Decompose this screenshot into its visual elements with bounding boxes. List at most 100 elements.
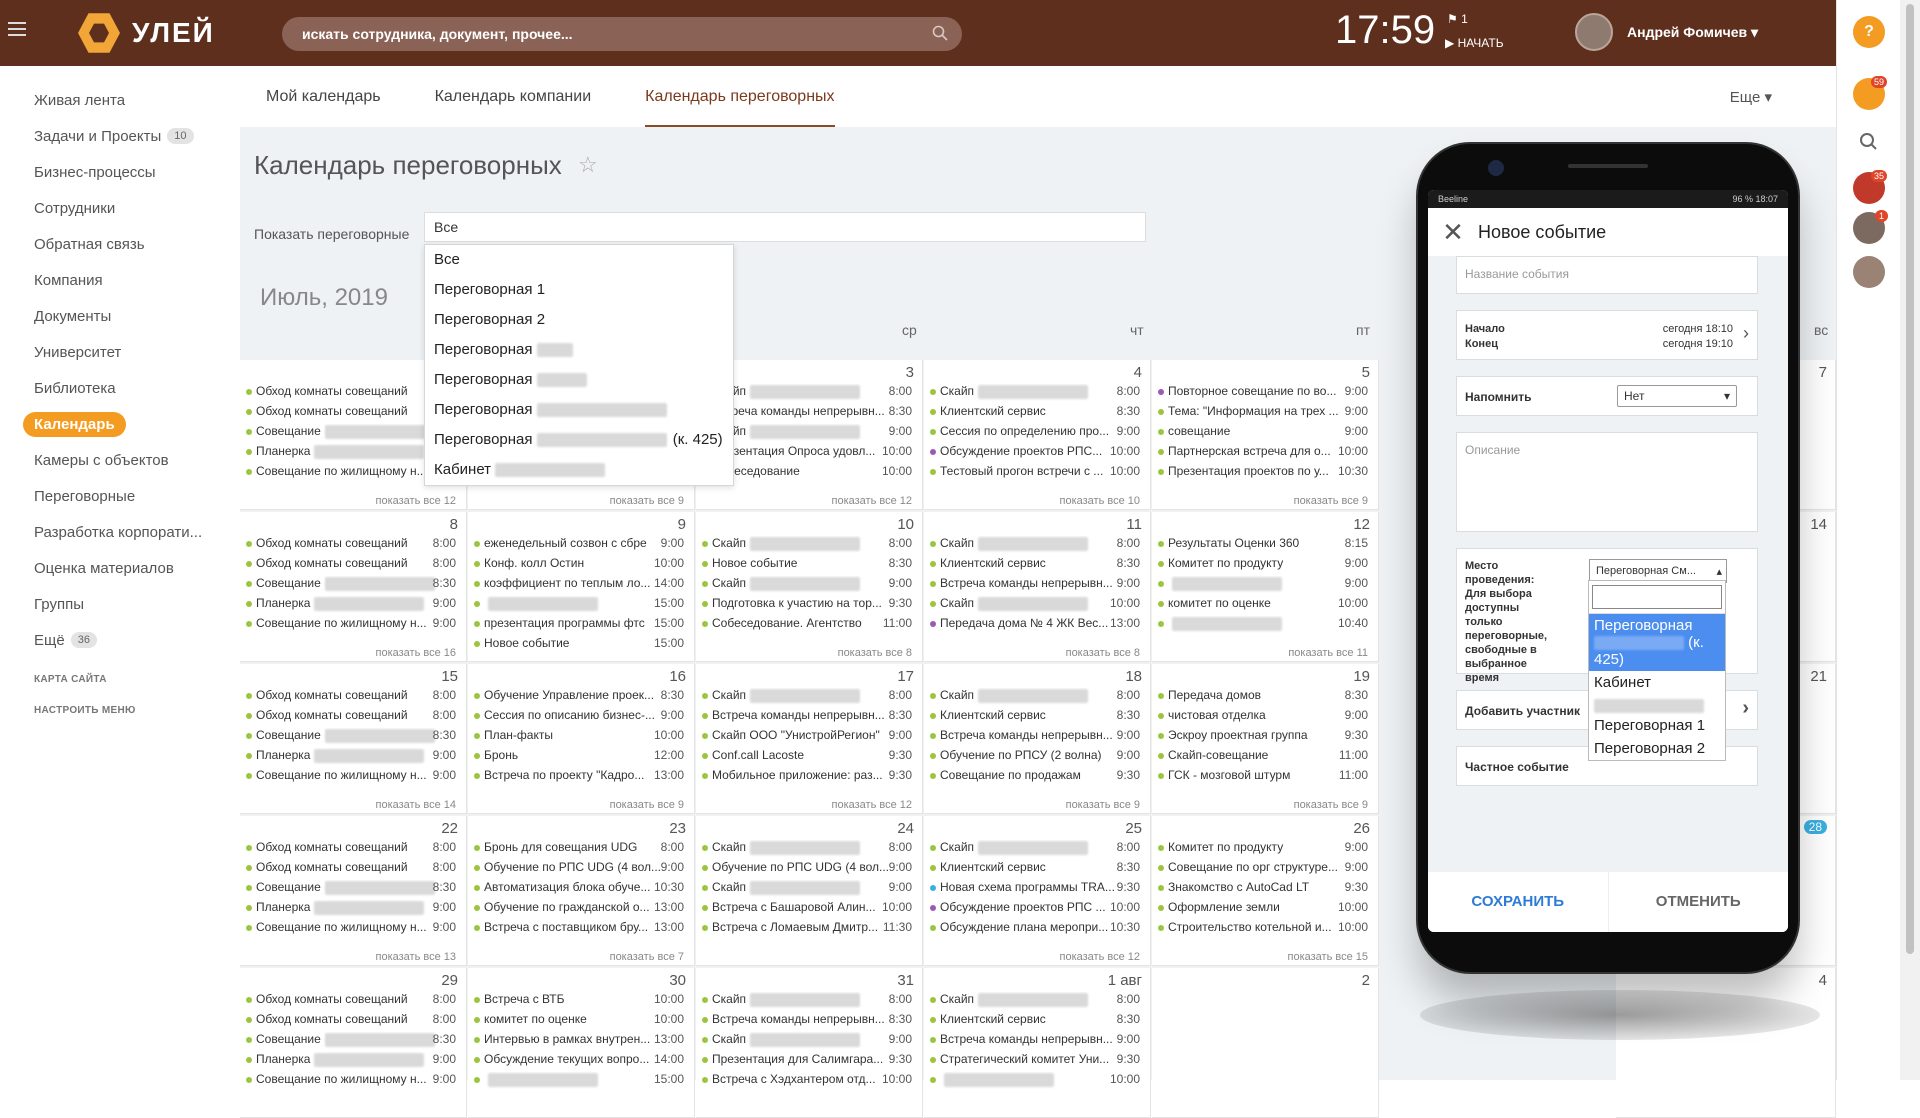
calendar-day[interactable]: 25 Скайп 8:00 Клиентский сервис 8:30 Новая сх… bbox=[924, 816, 1151, 966]
remind-select[interactable]: Нет ▾ bbox=[1617, 385, 1737, 407]
calendar-day[interactable]: 17 Скайп 8:00 Встреча команды непрерывн... 8… bbox=[696, 664, 923, 814]
calendar-day[interactable]: 31 Скайп 8:00 Встреча команды непрерывн... 8… bbox=[696, 968, 923, 1118]
calendar-event[interactable]: Обход комнаты совещаний 8:00 bbox=[246, 840, 456, 858]
calendar-day[interactable]: 23 Бронь для совещания UDG 8:00 Обучение по… bbox=[468, 816, 695, 966]
calendar-event[interactable]: Подготовка к участию на тор... 9:30 bbox=[702, 596, 912, 614]
show-all-link[interactable]: показать все 16 bbox=[376, 647, 457, 659]
calendar-event[interactable]: Обход комнаты совещаний 8:00 bbox=[246, 992, 456, 1010]
dropdown-option[interactable]: Кабинет bbox=[425, 455, 733, 485]
calendar-event[interactable]: Бронь 12:00 bbox=[474, 748, 684, 766]
calendar-event[interactable]: Планерка 9:00 bbox=[246, 1052, 456, 1070]
sidebar-item[interactable]: Ещё 36 bbox=[0, 622, 240, 658]
calendar-event[interactable]: Совещание 8:30 bbox=[246, 728, 456, 746]
tab-company-calendar[interactable]: Календарь компании bbox=[435, 66, 592, 127]
calendar-event[interactable]: Скайп 8:00 bbox=[930, 840, 1140, 858]
calendar-event[interactable]: Встреча с Башаровой Алин... 10:00 bbox=[702, 900, 912, 918]
calendar-event[interactable]: Презентация для Салимгара... 9:30 bbox=[702, 1052, 912, 1070]
calendar-event[interactable]: Партнерская встреча для о... 10:00 bbox=[1158, 444, 1368, 462]
dropdown-option[interactable]: Переговорная bbox=[425, 365, 733, 395]
show-all-link[interactable]: показать все 8 bbox=[1066, 647, 1140, 659]
calendar-event[interactable]: Совещание 8:30 bbox=[246, 880, 456, 898]
calendar-event[interactable]: Встреча по проекту "Кадро... 13:00 bbox=[474, 768, 684, 786]
dropdown-option[interactable]: Переговорная 2 bbox=[425, 305, 733, 335]
description-input[interactable]: Описание bbox=[1456, 432, 1758, 532]
calendar-event[interactable]: Обучение Управление проек... 8:30 bbox=[474, 688, 684, 706]
sidebar-item[interactable]: Переговорные bbox=[0, 478, 240, 514]
calendar-event[interactable]: Скайп 9:00 bbox=[702, 576, 912, 594]
show-all-link[interactable]: показать все 12 bbox=[832, 799, 913, 811]
show-all-link[interactable]: показать все 9 bbox=[1294, 495, 1368, 507]
calendar-event[interactable]: Совещание по продажам 9:30 bbox=[930, 768, 1140, 786]
calendar-event[interactable]: Результаты Оценки 360 8:15 bbox=[1158, 536, 1368, 554]
calendar-event[interactable]: Совещание по жилищному н... 9:00 bbox=[246, 1072, 456, 1090]
sidebar-item[interactable]: Разработка корпорати... bbox=[0, 514, 240, 550]
sidebar-item[interactable]: Камеры с объектов bbox=[0, 442, 240, 478]
location-search-input[interactable] bbox=[1592, 585, 1722, 609]
scrollbar[interactable] bbox=[1900, 0, 1920, 1080]
calendar-event[interactable]: Знакомство с AutoCad LT 9:30 bbox=[1158, 880, 1368, 898]
sidebar-item[interactable]: Оценка материалов bbox=[0, 550, 240, 586]
calendar-day[interactable]: 26 Комитет по продукту 9:00 Совещание по ор… bbox=[1152, 816, 1379, 966]
calendar-event[interactable]: Встреча команды непрерывн... 9:00 bbox=[930, 728, 1140, 746]
calendar-event[interactable]: Обсуждение плана меропри... 10:30 bbox=[930, 920, 1140, 938]
calendar-event[interactable]: План-факты 10:00 bbox=[474, 728, 684, 746]
show-all-link[interactable]: показать все 8 bbox=[838, 647, 912, 659]
calendar-event[interactable]: Встреча команды непрерывн... 8:30 bbox=[702, 708, 912, 726]
calendar-event[interactable]: Скайп 9:00 bbox=[702, 1032, 912, 1050]
calendar-event[interactable]: Новое событие 8:30 bbox=[702, 556, 912, 574]
show-all-link[interactable]: показать все 13 bbox=[376, 951, 457, 963]
calendar-event[interactable]: презентация программы фтс 15:00 bbox=[474, 616, 684, 634]
calendar-event[interactable]: Планерка 9:00 bbox=[246, 900, 456, 918]
dropdown-option[interactable]: Переговорная (к. 425) bbox=[425, 425, 733, 455]
calendar-event[interactable]: Встреча с Хэдхантером отд... 10:00 bbox=[702, 1072, 912, 1090]
search-icon[interactable] bbox=[1853, 126, 1885, 158]
scrollbar-thumb[interactable] bbox=[1906, 4, 1914, 954]
contact-avatar[interactable] bbox=[1853, 256, 1885, 288]
calendar-event[interactable]: Тема: "Информация на трех ... 9:00 bbox=[1158, 404, 1368, 422]
calendar-event[interactable]: Скайп 8:00 bbox=[930, 384, 1140, 402]
calendar-event[interactable]: Обсуждение проектов РПС... 10:00 bbox=[930, 444, 1140, 462]
start-workday-button[interactable]: ▶ НАЧАТЬ bbox=[1445, 36, 1504, 50]
calendar-day[interactable]: 4 Скайп 8:00 Клиентский сервис 8:30 Сессия по… bbox=[924, 360, 1151, 510]
show-all-link[interactable]: показать все 7 bbox=[610, 951, 684, 963]
search-icon[interactable] bbox=[932, 25, 948, 41]
calendar-event[interactable]: комитет по оценке 10:00 bbox=[474, 1012, 684, 1030]
calendar-event[interactable]: Обсуждение проектов РПС ... 10:00 bbox=[930, 900, 1140, 918]
calendar-event[interactable]: Совещание 8:30 bbox=[246, 1032, 456, 1050]
calendar-event[interactable]: Планерка 9:00 bbox=[246, 748, 456, 766]
event-name-input[interactable]: Название события bbox=[1456, 256, 1758, 294]
star-icon[interactable]: ☆ bbox=[578, 152, 598, 178]
flag-counter[interactable]: ⚑ 1 bbox=[1447, 12, 1468, 26]
calendar-event[interactable]: Новое событие 15:00 bbox=[474, 636, 684, 654]
calendar-event[interactable]: Планерка 9:00 bbox=[246, 596, 456, 614]
sidebar-item[interactable]: Обратная связь bbox=[0, 226, 240, 262]
calendar-event[interactable]: Передача домов 8:30 bbox=[1158, 688, 1368, 706]
tabs-more-button[interactable]: Еще ▾ bbox=[1730, 88, 1772, 106]
sidebar-item[interactable]: Календарь bbox=[0, 406, 240, 442]
calendar-event[interactable]: Повторное совещание по во... 9:00 bbox=[1158, 384, 1368, 402]
dropdown-option[interactable]: Переговорная 1 bbox=[425, 275, 733, 305]
show-all-link[interactable]: показать все 12 bbox=[376, 495, 457, 507]
calendar-event[interactable]: Комитет по продукту 9:00 bbox=[1158, 840, 1368, 858]
show-all-link[interactable]: показать все 9 bbox=[1066, 799, 1140, 811]
sidebar-item[interactable]: Библиотека bbox=[0, 370, 240, 406]
calendar-event[interactable]: Сессия по описанию бизнес-... 9:00 bbox=[474, 708, 684, 726]
calendar-event[interactable]: Оформление земли 10:00 bbox=[1158, 900, 1368, 918]
calendar-event[interactable]: Сессия по определению про... 9:00 bbox=[930, 424, 1140, 442]
help-icon[interactable]: ? bbox=[1853, 16, 1885, 48]
calendar-event[interactable]: 9:00 bbox=[1158, 576, 1368, 594]
calendar-day[interactable]: 12 Результаты Оценки 360 8:15 Комитет по пр… bbox=[1152, 512, 1379, 662]
location-option[interactable]: Переговорная 2 bbox=[1589, 737, 1725, 760]
calendar-event[interactable]: Собеседование. Агентство 11:00 bbox=[702, 616, 912, 634]
calendar-event[interactable]: Клиентский сервис 8:30 bbox=[930, 556, 1140, 574]
calendar-event[interactable]: Скайп 8:00 bbox=[702, 840, 912, 858]
calendar-event[interactable]: Скайп 8:00 bbox=[930, 536, 1140, 554]
calendar-event[interactable]: Обход комнаты совещаний 8:00 bbox=[246, 688, 456, 706]
rooms-select[interactable]: Все bbox=[424, 212, 1146, 242]
calendar-event[interactable]: совещание 9:00 bbox=[1158, 424, 1368, 442]
tab-my-calendar[interactable]: Мой календарь bbox=[266, 66, 381, 127]
calendar-event[interactable]: Конф. колл Остин 10:00 bbox=[474, 556, 684, 574]
calendar-event[interactable]: Обучение по РПС UDG (4 вол... 9:00 bbox=[474, 860, 684, 878]
calendar-event[interactable]: Обход комнаты совещаний 8:00 bbox=[246, 556, 456, 574]
calendar-event[interactable]: Скайп 8:00 bbox=[930, 688, 1140, 706]
